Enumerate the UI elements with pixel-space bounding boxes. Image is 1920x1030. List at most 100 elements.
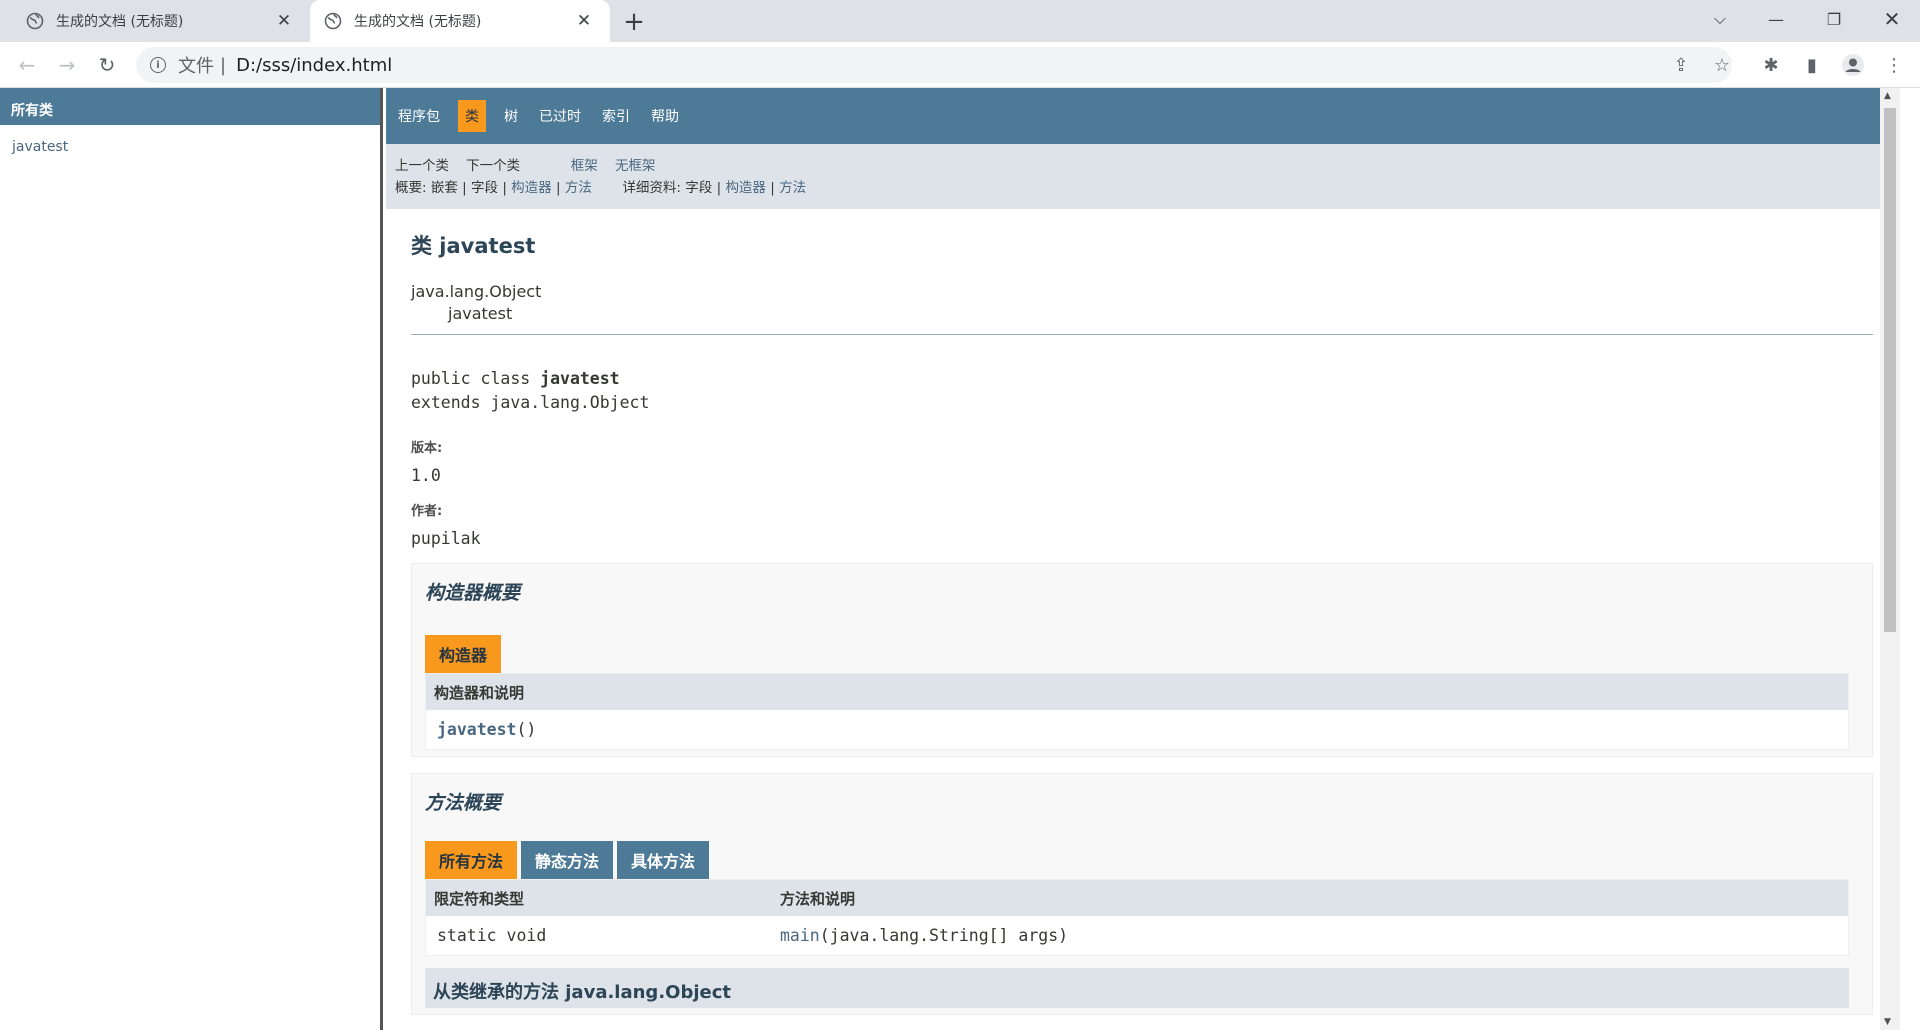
tab-search-chevron-icon[interactable]: ⌵ bbox=[1692, 0, 1748, 38]
constructor-table: 构造器和说明 javatest() bbox=[425, 673, 1849, 750]
tab-title: 生成的文档 (无标题) bbox=[56, 14, 184, 30]
prev-class-text: 上一个类 bbox=[395, 158, 449, 174]
column-header-modifier-type: 限定符和类型 bbox=[434, 889, 525, 908]
top-nav-bar: 程序包 类 树 已过时 索引 帮助 bbox=[386, 88, 1900, 144]
tab-all-methods[interactable]: 所有方法 bbox=[425, 841, 518, 879]
class-title: 类 javatest bbox=[411, 234, 536, 258]
separator: | bbox=[502, 180, 507, 196]
table-row: static void main (java.lang.String[] args… bbox=[426, 916, 1848, 955]
method-type: static void bbox=[437, 926, 547, 945]
nav-tree[interactable]: 树 bbox=[501, 103, 521, 129]
nav-index[interactable]: 索引 bbox=[599, 103, 633, 129]
detail-method-link[interactable]: 方法 bbox=[779, 180, 806, 196]
back-button[interactable]: ← bbox=[11, 49, 43, 81]
constructor-link[interactable]: javatest bbox=[437, 720, 516, 739]
method-link-main[interactable]: main bbox=[780, 926, 820, 945]
profile-avatar-icon[interactable] bbox=[1837, 49, 1869, 81]
summary-field: 字段 bbox=[471, 180, 499, 196]
page-content: 所有类 javatest 程序包 类 树 已过时 索引 帮助 上一个类 下一个类… bbox=[0, 88, 1920, 1030]
separator: | bbox=[462, 180, 467, 196]
class-description: 类 javatest java.lang.Object javatest pub… bbox=[386, 230, 1900, 1015]
address-bar[interactable]: i 文件 | D:/sss/index.html bbox=[136, 47, 1732, 83]
tab-static-methods[interactable]: 静态方法 bbox=[521, 841, 614, 879]
no-frames-link[interactable]: 无框架 bbox=[615, 158, 656, 174]
nav-help[interactable]: 帮助 bbox=[648, 103, 682, 129]
detail-constructor-link[interactable]: 构造器 bbox=[725, 180, 766, 196]
all-classes-frame: 所有类 javatest bbox=[0, 88, 383, 1030]
method-summary: 方法概要 所有方法 静态方法 具体方法 限定符和类型 方法和说明 static … bbox=[411, 773, 1873, 1015]
scrollbar-thumb[interactable] bbox=[1884, 108, 1896, 632]
browser-tab-2[interactable]: 生成的文档 (无标题) ✕ bbox=[310, 0, 610, 42]
close-window-button[interactable]: ✕ bbox=[1864, 0, 1920, 38]
detail-field: 字段 bbox=[685, 180, 713, 196]
menu-kebab-icon[interactable]: ⋮ bbox=[1878, 49, 1910, 81]
constructor-table-header: 构造器和说明 bbox=[426, 674, 1848, 710]
tab-strip: 生成的文档 (无标题) ✕ 生成的文档 (无标题) ✕ + ⌵ — ❐ ✕ bbox=[0, 0, 1920, 42]
inheritance-root: java.lang.Object bbox=[411, 282, 542, 301]
class-frame: 程序包 类 树 已过时 索引 帮助 上一个类 下一个类 框架 无框架 概要: 嵌… bbox=[386, 88, 1900, 1030]
column-header-method-description: 方法和说明 bbox=[780, 889, 856, 908]
version-value: 1.0 bbox=[411, 466, 441, 485]
summary-method-link[interactable]: 方法 bbox=[565, 180, 592, 196]
browser-tab-1[interactable]: 生成的文档 (无标题) ✕ bbox=[0, 0, 310, 42]
class-declaration: public class javatest extends java.lang.… bbox=[411, 367, 1875, 415]
author-label: 作者: bbox=[411, 504, 443, 519]
minimize-button[interactable]: — bbox=[1748, 0, 1804, 38]
close-tab-icon[interactable]: ✕ bbox=[272, 9, 296, 33]
inherited-methods-heading: 从类继承的方法 java.lang.Object bbox=[425, 968, 1849, 1008]
decl-name: javatest bbox=[540, 369, 620, 388]
constructor-summary-heading: 构造器概要 bbox=[425, 582, 521, 604]
bookmark-star-icon[interactable]: ☆ bbox=[1706, 49, 1738, 81]
method-summary-heading: 方法概要 bbox=[425, 792, 502, 814]
forward-button[interactable]: → bbox=[51, 49, 83, 81]
reload-button[interactable]: ↻ bbox=[91, 49, 123, 81]
method-table-header: 限定符和类型 方法和说明 bbox=[426, 880, 1848, 916]
sub-nav: 上一个类 下一个类 框架 无框架 概要: 嵌套 | 字段 | 构造器 | 方法 … bbox=[386, 144, 1900, 209]
separator: | bbox=[770, 180, 775, 196]
globe-icon bbox=[26, 12, 44, 30]
site-info-icon[interactable]: i bbox=[150, 57, 166, 73]
separator: | bbox=[555, 180, 561, 196]
version-label: 版本: bbox=[411, 441, 443, 456]
url-text[interactable]: D:/sss/index.html bbox=[236, 55, 392, 76]
close-tab-icon[interactable]: ✕ bbox=[572, 9, 596, 33]
table-row: javatest() bbox=[426, 710, 1848, 749]
class-link-javatest[interactable]: javatest bbox=[0, 125, 380, 155]
scheme-label: 文件 bbox=[178, 56, 214, 77]
method-table: 限定符和类型 方法和说明 static void main (java.lang.… bbox=[425, 879, 1849, 956]
nav-class: 类 bbox=[458, 100, 486, 132]
summary-nested: 嵌套 bbox=[430, 180, 458, 196]
constructor-summary: 构造器概要 构造器 构造器和说明 javatest() bbox=[411, 563, 1873, 757]
tab-title: 生成的文档 (无标题) bbox=[354, 14, 482, 30]
summary-label: 概要: bbox=[395, 180, 427, 196]
inheritance-leaf: javatest bbox=[448, 304, 513, 323]
side-panel-icon[interactable]: ▮ bbox=[1796, 49, 1828, 81]
inheritance-tree: java.lang.Object javatest bbox=[411, 282, 1875, 323]
tab-concrete-methods[interactable]: 具体方法 bbox=[617, 841, 710, 879]
scroll-up-arrow-icon[interactable]: ▲ bbox=[1884, 91, 1891, 101]
new-tab-button[interactable]: + bbox=[620, 7, 648, 37]
nav-package[interactable]: 程序包 bbox=[395, 103, 443, 129]
scroll-down-arrow-icon[interactable]: ▼ bbox=[1884, 1017, 1891, 1027]
decl-prefix: public class bbox=[411, 369, 541, 388]
restore-button[interactable]: ❐ bbox=[1806, 0, 1862, 38]
vertical-scrollbar[interactable]: ▲ ▼ bbox=[1880, 88, 1900, 1030]
author-value: pupilak bbox=[411, 529, 481, 548]
method-params: (java.lang.String[] args) bbox=[819, 926, 1069, 945]
divider bbox=[411, 334, 1873, 335]
decl-extends: extends java.lang.Object bbox=[411, 393, 650, 412]
detail-label: 详细资料: bbox=[622, 180, 681, 196]
constructor-caption-tab: 构造器 bbox=[425, 635, 502, 673]
globe-icon bbox=[324, 12, 342, 30]
next-class-text: 下一个类 bbox=[466, 158, 521, 174]
browser-toolbar: ← → ↻ i 文件 | D:/sss/index.html ⇪ ☆ ✱ ▮ ⋮ bbox=[0, 42, 1920, 88]
extensions-puzzle-icon[interactable]: ✱ bbox=[1755, 49, 1787, 81]
omnibox-separator: | bbox=[220, 54, 227, 76]
constructor-params: () bbox=[516, 720, 537, 739]
separator: | bbox=[716, 180, 722, 196]
share-icon[interactable]: ⇪ bbox=[1665, 49, 1697, 81]
all-classes-header: 所有类 bbox=[0, 88, 380, 125]
nav-deprecated[interactable]: 已过时 bbox=[536, 103, 584, 129]
frames-link[interactable]: 框架 bbox=[571, 158, 598, 174]
summary-constructor-link[interactable]: 构造器 bbox=[511, 180, 552, 196]
